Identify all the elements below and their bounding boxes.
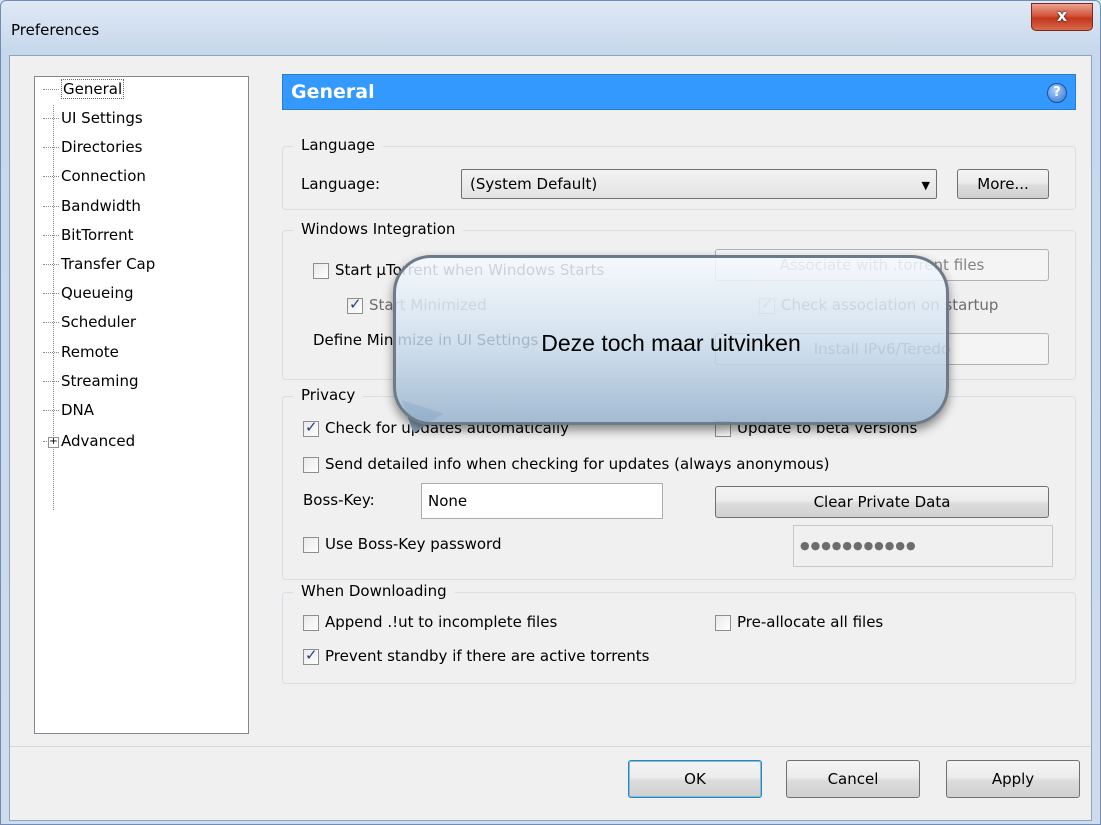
- title-bar[interactable]: Preferences x: [1, 1, 1100, 63]
- tree-expand-icon[interactable]: +: [48, 437, 59, 448]
- windows-integration-title: Windows Integration: [293, 220, 464, 238]
- send-info-label: Send detailed info when checking for upd…: [325, 455, 830, 473]
- chevron-down-icon: ▼: [921, 179, 930, 192]
- window-title: Preferences: [11, 21, 100, 39]
- close-button[interactable]: x: [1031, 3, 1093, 31]
- tree-item-bittorrent[interactable]: BitTorrent: [43, 223, 134, 247]
- start-minimized-checkbox[interactable]: [347, 295, 363, 314]
- prevent-standby-checkbox[interactable]: [303, 646, 319, 665]
- tree-item-streaming[interactable]: Streaming: [43, 369, 138, 393]
- when-downloading-group: When Downloading Append .!ut to incomple…: [282, 582, 1076, 684]
- tree-item-general[interactable]: General: [43, 77, 125, 101]
- preallocate-label: Pre-allocate all files: [737, 613, 884, 631]
- language-select[interactable]: (System Default) ▼: [461, 169, 937, 199]
- tree-item-scheduler[interactable]: Scheduler: [43, 310, 136, 334]
- panel-header: General ?: [282, 74, 1076, 110]
- append-ut-label: Append .!ut to incomplete files: [325, 613, 558, 631]
- boss-password-input[interactable]: ●●●●●●●●●●●: [793, 525, 1053, 567]
- tree-item-advanced[interactable]: Advanced: [43, 429, 135, 453]
- check-updates-checkbox[interactable]: [303, 418, 319, 437]
- ok-button[interactable]: OK: [628, 760, 762, 798]
- apply-button[interactable]: Apply: [946, 760, 1080, 798]
- start-on-boot-checkbox[interactable]: [313, 263, 329, 279]
- language-group: Language Language: (System Default) ▼ Mo…: [282, 136, 1076, 210]
- tree-line: [53, 105, 54, 510]
- tree-item-queueing[interactable]: Queueing: [43, 281, 133, 305]
- tree-item-bandwidth[interactable]: Bandwidth: [43, 194, 141, 218]
- tree-item-dna[interactable]: DNA: [43, 398, 94, 422]
- boss-key-input[interactable]: None: [421, 483, 663, 519]
- boss-password-label: Use Boss-Key password: [325, 535, 502, 553]
- language-selected-value: (System Default): [470, 175, 598, 193]
- footer-divider: [10, 746, 1091, 747]
- language-group-title: Language: [293, 136, 384, 154]
- cancel-button[interactable]: Cancel: [786, 760, 920, 798]
- dialog-body: General UI Settings Directories Connecti…: [9, 55, 1092, 821]
- panel-title: General: [291, 81, 375, 103]
- annotation-callout: Deze toch maar uitvinken: [393, 255, 949, 425]
- tree-item-ui-settings[interactable]: UI Settings: [43, 106, 143, 130]
- prevent-standby-label: Prevent standby if there are active torr…: [325, 647, 650, 665]
- category-tree[interactable]: General UI Settings Directories Connecti…: [34, 76, 249, 734]
- tree-item-transfer-cap[interactable]: Transfer Cap: [43, 252, 155, 276]
- preallocate-checkbox[interactable]: [715, 615, 731, 631]
- boss-key-label: Boss-Key:: [303, 491, 375, 509]
- tree-item-directories[interactable]: Directories: [43, 135, 142, 159]
- preferences-window: Preferences x General UI Settings Direct…: [0, 0, 1101, 825]
- tree-item-remote[interactable]: Remote: [43, 340, 119, 364]
- append-ut-checkbox[interactable]: [303, 615, 319, 631]
- boss-password-checkbox[interactable]: [303, 537, 319, 553]
- privacy-group-title: Privacy: [293, 386, 364, 404]
- tree-item-connection[interactable]: Connection: [43, 164, 146, 188]
- help-icon[interactable]: ?: [1047, 83, 1067, 103]
- more-button[interactable]: More...: [957, 169, 1049, 199]
- callout-text: Deze toch maar uitvinken: [541, 330, 801, 356]
- language-label: Language:: [301, 175, 381, 193]
- send-info-checkbox[interactable]: [303, 457, 319, 473]
- when-downloading-title: When Downloading: [293, 582, 455, 600]
- clear-private-data-button[interactable]: Clear Private Data: [715, 486, 1049, 518]
